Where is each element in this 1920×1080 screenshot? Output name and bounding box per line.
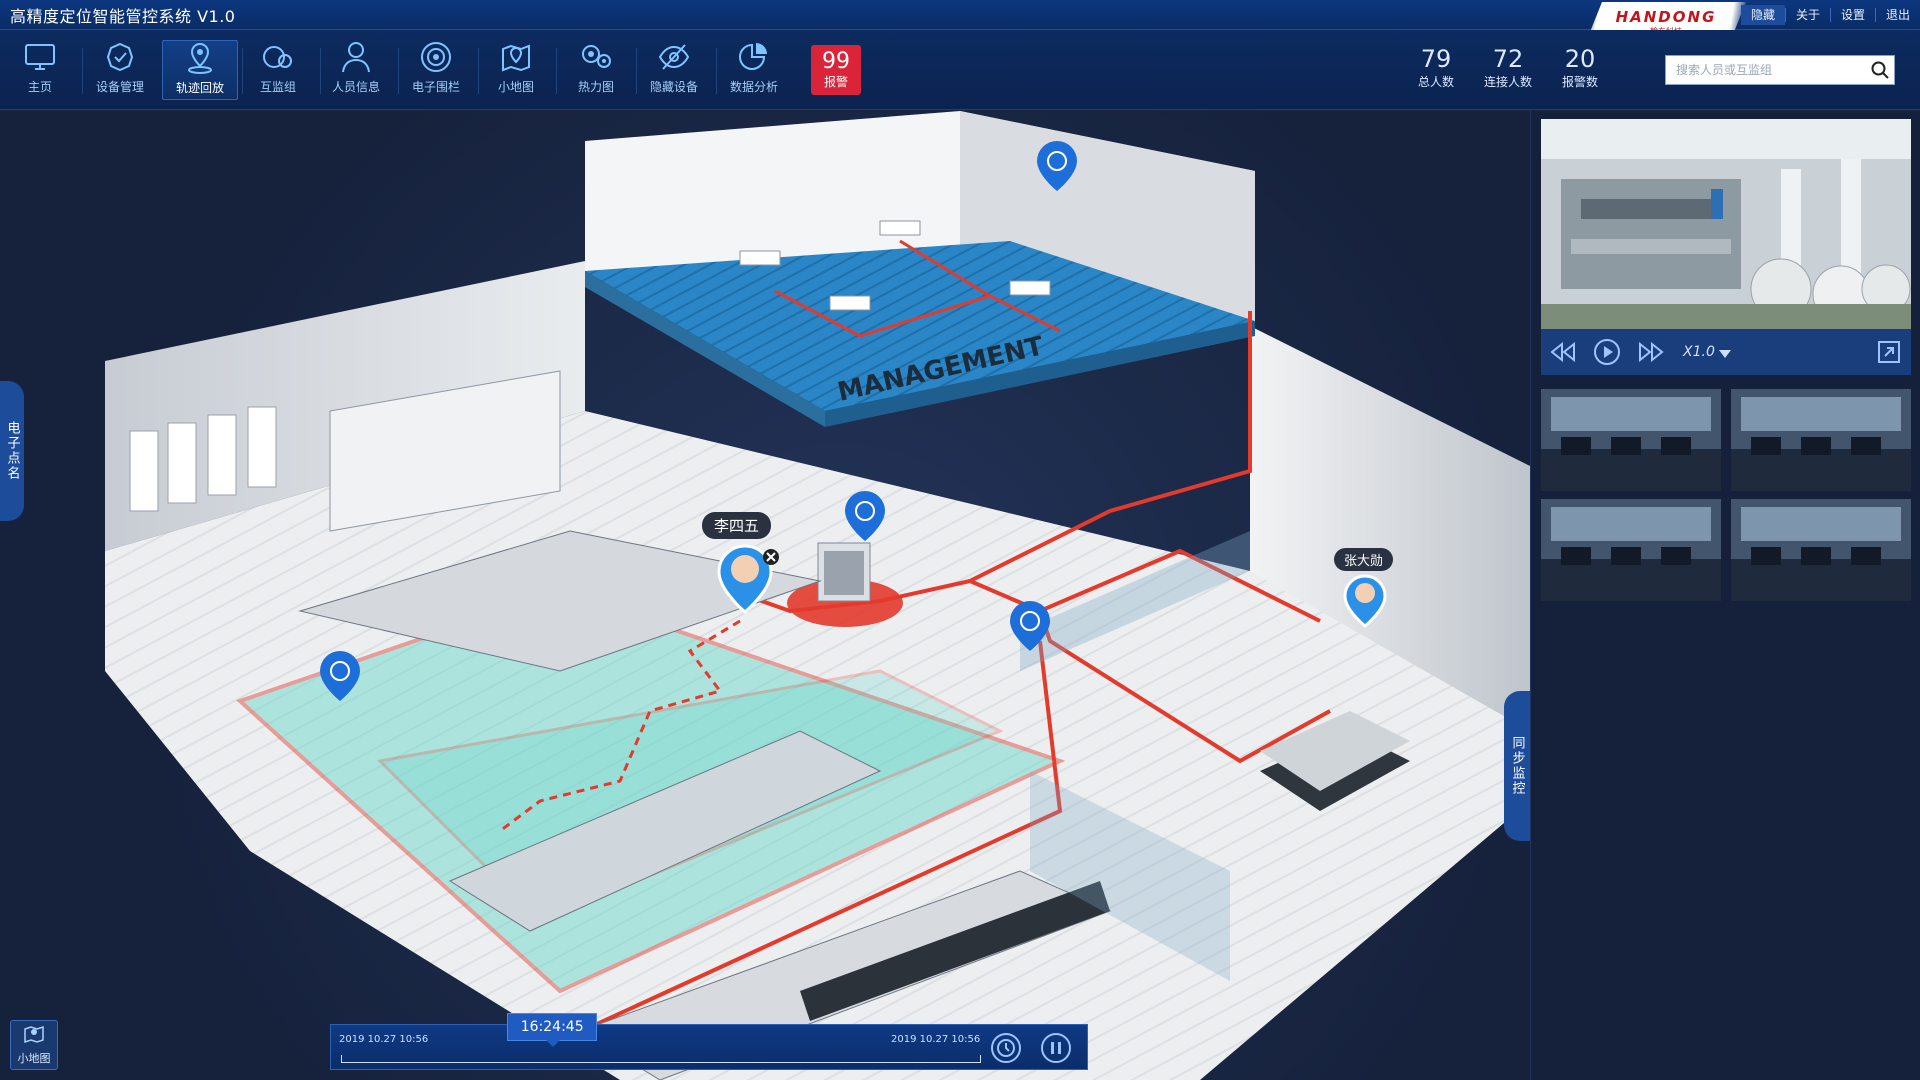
playback-timeline: 2019 10.27 10:56 2019 10.27 10:56 16:24:… <box>330 1013 1088 1070</box>
stat-label: 总人数 <box>1417 75 1454 89</box>
video-controls: X1.0 <box>1541 329 1911 375</box>
monitor-icon <box>23 40 57 74</box>
playback-speed[interactable]: X1.0 <box>1683 344 1715 360</box>
app-title: 高精度定位智能管控系统 V1.0 <box>10 6 236 26</box>
top-links: 隐藏 关于 设置 退出 <box>1740 0 1920 30</box>
tool-label: 数据分析 <box>729 80 778 94</box>
hide-link[interactable]: 隐藏 <box>1740 5 1785 25</box>
minimap-label: 小地图 <box>17 1052 51 1065</box>
tool-label: 人员信息 <box>331 80 380 94</box>
search-input[interactable] <box>1666 56 1866 84</box>
tool-label: 小地图 <box>497 80 534 94</box>
alarm-count: 99 <box>822 48 850 74</box>
camera-thumbnail[interactable] <box>1541 389 1721 491</box>
app-root: 高精度定位智能管控系统 V1.0 HANDONG 翰东科技 隐藏 关于 设置 退… <box>0 0 1920 1080</box>
person-tag[interactable]: 张大勋 <box>1334 548 1394 571</box>
map-pin-icon <box>499 40 533 74</box>
search-box <box>1665 55 1895 85</box>
person-tag[interactable]: 李四五 <box>702 512 772 539</box>
heatmap-icon <box>579 40 613 74</box>
alarm-button[interactable]: 99 报警 <box>811 45 861 95</box>
pause-icon[interactable] <box>1041 1033 1071 1063</box>
fence-target-icon <box>419 40 453 74</box>
stats-group: 79 总人数 72 连接人数 20 报警数 <box>1400 45 1616 90</box>
tool-device-management[interactable]: 设备管理 <box>82 40 158 100</box>
shield-check-icon <box>103 40 137 74</box>
stat-alarms: 20 报警数 <box>1544 45 1616 90</box>
timeline-start: 2019 10.27 10:56 <box>339 1034 429 1045</box>
camera-thumbnail[interactable] <box>1541 499 1721 601</box>
group-circles-icon <box>261 40 295 74</box>
stat-value: 72 <box>1492 45 1524 73</box>
tool-label: 轨迹回放 <box>175 81 224 95</box>
map-pin-icon <box>23 1024 45 1048</box>
factory-3d-map: MANAGEMENT <box>105 111 1530 1080</box>
tool-label: 电子围栏 <box>411 80 460 94</box>
stat-total: 79 总人数 <box>1400 45 1472 90</box>
eye-hidden-icon <box>657 40 691 74</box>
clock-icon[interactable] <box>991 1033 1021 1063</box>
main-toolbar: 主页 设备管理 轨迹回放 互监组 人员信息 电子围栏 小地图 热力图 隐藏设备 … <box>0 30 1920 110</box>
tool-e-fence[interactable]: 电子围栏 <box>398 40 474 100</box>
tool-hidden-devices[interactable]: 隐藏设备 <box>636 40 712 100</box>
location-pin-icon <box>183 41 217 75</box>
fullscreen-icon[interactable] <box>1867 329 1911 375</box>
stat-label: 连接人数 <box>1483 75 1532 89</box>
sync-monitor-tab[interactable]: 同步监控 <box>1504 691 1530 841</box>
main-video-feed[interactable] <box>1541 119 1911 329</box>
minimap-button[interactable]: 小地图 <box>10 1020 58 1070</box>
camera-thumbnail[interactable] <box>1731 389 1911 491</box>
play-icon[interactable] <box>1585 329 1629 375</box>
tool-heatmap[interactable]: 热力图 <box>558 40 634 100</box>
about-link[interactable]: 关于 <box>1784 8 1830 22</box>
tool-mutual-group[interactable]: 互监组 <box>240 40 316 100</box>
stat-label: 报警数 <box>1561 75 1598 89</box>
roll-call-tab[interactable]: 电子点名 <box>0 381 24 521</box>
tool-label: 互监组 <box>259 80 296 94</box>
exit-link[interactable]: 退出 <box>1874 8 1920 22</box>
pie-chart-icon <box>737 40 771 74</box>
stat-connected: 72 连接人数 <box>1472 45 1544 90</box>
chevron-down-icon[interactable] <box>1718 343 1731 362</box>
tool-label: 热力图 <box>577 80 614 94</box>
camera-thumbnail[interactable] <box>1731 499 1911 601</box>
map-view[interactable]: MANAGEMENT 李四五 张大勋 电子点名 同步监控 <box>0 111 1530 1080</box>
settings-link[interactable]: 设置 <box>1829 8 1875 22</box>
tool-person-info[interactable]: 人员信息 <box>318 40 394 100</box>
alarm-label: 报警 <box>823 74 848 89</box>
tool-data-analysis[interactable]: 数据分析 <box>716 40 792 100</box>
timeline-end: 2019 10.27 10:56 <box>891 1034 981 1045</box>
tool-minimap[interactable]: 小地图 <box>478 40 554 100</box>
tool-home[interactable]: 主页 <box>2 40 78 100</box>
fast-forward-icon[interactable] <box>1629 329 1673 375</box>
timeline-current-time[interactable]: 16:24:45 <box>507 1013 598 1047</box>
search-icon[interactable] <box>1866 56 1894 84</box>
tool-track-playback[interactable]: 轨迹回放 <box>162 40 238 100</box>
timeline-track[interactable] <box>341 1055 981 1063</box>
user-icon <box>339 40 373 74</box>
tool-label: 主页 <box>27 80 52 94</box>
monitor-panel: X1.0 <box>1530 111 1920 1080</box>
stat-value: 20 <box>1564 45 1596 73</box>
brand-name: HANDONG <box>1615 7 1717 26</box>
rewind-icon[interactable] <box>1541 329 1585 375</box>
tool-label: 隐藏设备 <box>649 80 698 94</box>
tool-label: 设备管理 <box>95 80 144 94</box>
stat-value: 79 <box>1420 45 1452 73</box>
